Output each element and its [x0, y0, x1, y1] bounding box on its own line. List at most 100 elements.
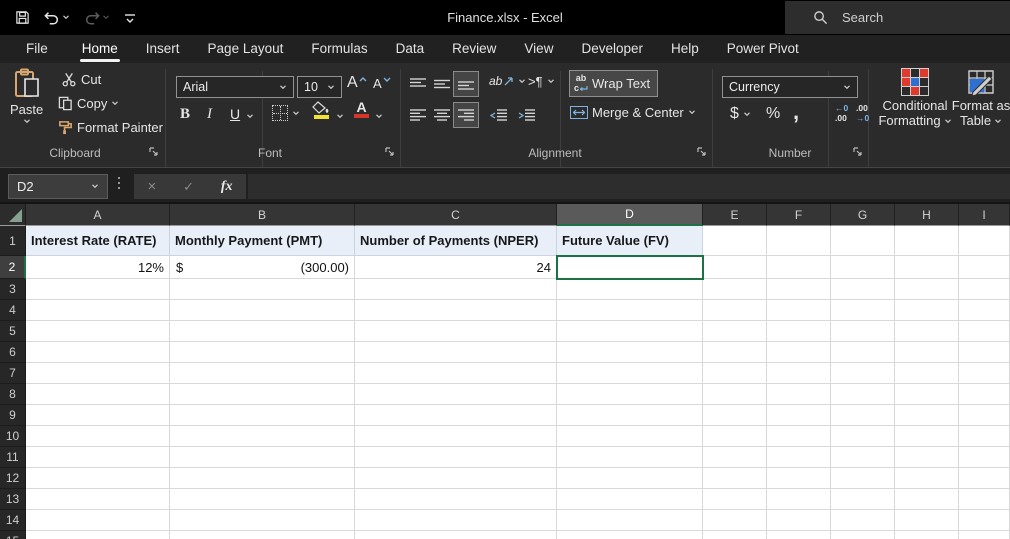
percent-style-button[interactable]: % — [766, 105, 780, 123]
cell-D1[interactable]: Future Value (FV) — [557, 226, 703, 256]
underline-chevron-icon[interactable] — [246, 114, 254, 119]
text-direction-chevron-icon[interactable] — [547, 79, 555, 84]
tab-page-layout[interactable]: Page Layout — [194, 36, 298, 63]
enter-icon[interactable]: ✓ — [183, 179, 194, 195]
row-header-8[interactable]: 8 — [0, 384, 26, 405]
row-header-13[interactable]: 13 — [0, 489, 26, 510]
align-center-button[interactable] — [430, 103, 454, 127]
tab-formulas[interactable]: Formulas — [297, 36, 381, 63]
formula-input[interactable] — [248, 174, 1010, 199]
borders-chevron-icon[interactable] — [292, 111, 300, 116]
row-header-5[interactable]: 5 — [0, 321, 26, 342]
tab-developer[interactable]: Developer — [567, 36, 657, 63]
text-direction-button[interactable]: >¶ — [528, 74, 555, 89]
font-size-combo[interactable]: 10 — [297, 76, 342, 98]
paste-button[interactable]: Paste — [10, 68, 43, 124]
number-dialog-launcher[interactable] — [852, 146, 864, 158]
cell-B2[interactable]: $ (300.00) — [170, 256, 354, 278]
fill-color-chevron-icon[interactable] — [336, 114, 344, 119]
tab-help[interactable]: Help — [657, 36, 713, 63]
column-header-E[interactable]: E — [703, 204, 767, 226]
row-header-4[interactable]: 4 — [0, 300, 26, 321]
select-all-button[interactable] — [0, 204, 26, 226]
comma-style-button[interactable]: , — [793, 99, 799, 125]
decrease-indent-button[interactable] — [486, 103, 510, 127]
tab-review[interactable]: Review — [438, 36, 510, 63]
bold-button[interactable]: B — [180, 106, 190, 123]
cell-C1[interactable]: Number of Payments (NPER) — [355, 226, 557, 256]
align-left-button[interactable] — [406, 103, 430, 127]
column-header-H[interactable]: H — [895, 204, 959, 226]
cell-B1[interactable]: Monthly Payment (PMT) — [170, 226, 355, 256]
increase-decimal-button[interactable]: ←0 .00 — [835, 104, 848, 122]
column-header-D[interactable]: D — [557, 204, 703, 226]
tab-data[interactable]: Data — [382, 36, 439, 63]
wrap-text-button[interactable]: ab c Wrap Text — [570, 71, 657, 96]
undo-button[interactable] — [39, 7, 75, 29]
font-color-chevron-icon[interactable] — [375, 114, 383, 119]
cell-A2[interactable]: 12% — [26, 256, 169, 278]
tab-file[interactable]: File — [12, 36, 62, 63]
merge-center-button[interactable]: Merge & Center — [570, 105, 696, 120]
orientation-chevron-icon[interactable] — [518, 79, 526, 84]
name-box-chevron-icon[interactable] — [91, 184, 99, 189]
font-color-button[interactable]: A — [354, 100, 369, 118]
fill-color-button[interactable] — [312, 101, 330, 119]
accounting-format-button[interactable]: $ — [730, 105, 751, 123]
selected-cell-D2[interactable] — [556, 255, 704, 280]
row-header-1[interactable]: 1 — [0, 226, 26, 256]
copy-button[interactable]: Copy — [58, 96, 119, 111]
row-header-14[interactable]: 14 — [0, 510, 26, 531]
borders-button[interactable] — [272, 105, 300, 121]
format-as-table-button[interactable]: Format as Table — [952, 68, 1010, 129]
align-right-button[interactable] — [454, 103, 478, 127]
row-header-7[interactable]: 7 — [0, 363, 26, 384]
decrease-decimal-button[interactable]: .00 →0 — [856, 104, 869, 122]
tab-insert[interactable]: Insert — [132, 36, 194, 63]
row-header-12[interactable]: 12 — [0, 468, 26, 489]
merge-center-chevron-icon[interactable] — [688, 110, 696, 115]
row-header-2[interactable]: 2 — [0, 256, 26, 279]
increase-font-size-button[interactable]: A — [347, 74, 367, 92]
number-format-combo[interactable]: Currency — [722, 76, 858, 98]
tab-view[interactable]: View — [510, 36, 567, 63]
increase-indent-button[interactable] — [514, 103, 538, 127]
font-dialog-launcher[interactable] — [384, 146, 396, 158]
tab-home[interactable]: Home — [68, 36, 132, 63]
orientation-button[interactable]: ab — [489, 74, 526, 88]
redo-button[interactable] — [79, 7, 115, 29]
clipboard-dialog-launcher[interactable] — [148, 146, 160, 158]
column-header-I[interactable]: I — [959, 204, 1010, 226]
cut-button[interactable]: Cut — [62, 72, 101, 87]
format-painter-button[interactable]: Format Painter — [58, 120, 163, 135]
row-header-10[interactable]: 10 — [0, 426, 26, 447]
cell-A1[interactable]: Interest Rate (RATE) — [26, 226, 170, 256]
column-header-F[interactable]: F — [767, 204, 831, 226]
customize-quick-access-icon[interactable] — [119, 8, 141, 28]
row-header-9[interactable]: 9 — [0, 405, 26, 426]
copy-chevron-icon[interactable] — [111, 101, 119, 106]
search-box[interactable]: Search — [785, 1, 1010, 34]
cancel-icon[interactable]: × — [147, 178, 156, 195]
row-header-15[interactable]: 15 — [0, 531, 26, 539]
row-header-11[interactable]: 11 — [0, 447, 26, 468]
conditional-formatting-button[interactable]: Conditional Formatting — [882, 68, 948, 129]
column-header-B[interactable]: B — [170, 204, 355, 226]
italic-button[interactable]: I — [207, 106, 212, 123]
row-header-6[interactable]: 6 — [0, 342, 26, 363]
cell-C2[interactable]: 24 — [355, 256, 556, 278]
column-header-G[interactable]: G — [831, 204, 895, 226]
alignment-dialog-launcher[interactable] — [696, 146, 708, 158]
paste-chevron-icon[interactable] — [23, 119, 31, 124]
align-middle-button[interactable] — [430, 72, 454, 96]
tab-power-pivot[interactable]: Power Pivot — [713, 36, 813, 63]
save-icon[interactable] — [10, 6, 35, 29]
align-bottom-button[interactable] — [454, 72, 478, 96]
row-header-3[interactable]: 3 — [0, 279, 26, 300]
font-name-combo[interactable]: Arial — [176, 76, 294, 98]
accounting-chevron-icon[interactable] — [743, 112, 751, 117]
decrease-font-size-button[interactable]: A — [373, 76, 391, 91]
insert-function-icon[interactable]: fx — [221, 179, 233, 195]
underline-button[interactable]: U — [230, 106, 240, 122]
align-top-button[interactable] — [406, 72, 430, 96]
